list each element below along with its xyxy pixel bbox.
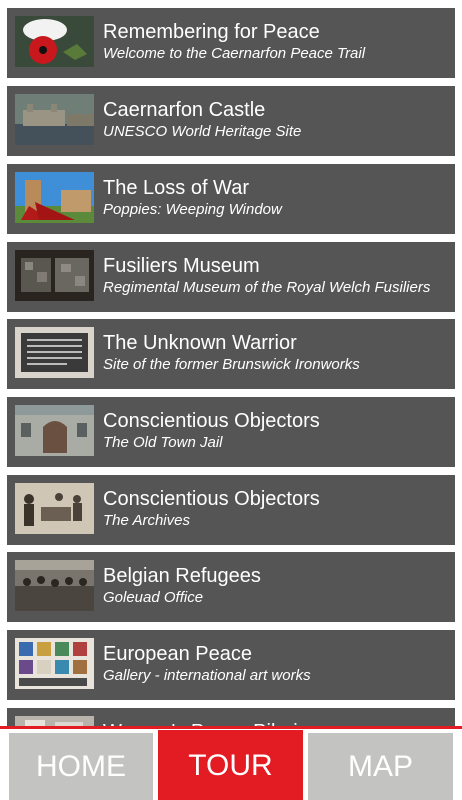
poppies-window-thumbnail xyxy=(15,172,94,223)
museum-thumbnail xyxy=(15,250,94,301)
item-title: Caernarfon Castle xyxy=(103,99,266,121)
jail-thumbnail xyxy=(15,405,94,456)
item-subtitle: The Archives xyxy=(103,512,190,529)
item-subtitle: Regimental Museum of the Royal Welch Fus… xyxy=(103,279,431,296)
item-subtitle: Goleuad Office xyxy=(103,589,204,606)
poppy-thumbnail xyxy=(15,16,94,67)
item-subtitle: The Old Town Jail xyxy=(103,434,223,451)
list-item-the-loss-of-war[interactable]: The Loss of War Poppies: Weeping Window xyxy=(7,164,455,234)
item-subtitle: Welcome to the Caernarfon Peace Trail xyxy=(103,45,366,62)
app-screen: Remembering for Peace Welcome to the Cae… xyxy=(0,0,462,800)
item-subtitle: Poppies: Weeping Window xyxy=(103,201,282,218)
item-title: Conscientious Objectors xyxy=(103,488,320,510)
bottom-tab-bar: HOME TOUR MAP xyxy=(0,726,462,800)
tab-home[interactable]: HOME xyxy=(9,733,153,800)
list-item-caernarfon-castle[interactable]: Caernarfon Castle UNESCO World Heritage … xyxy=(7,86,455,156)
item-title: The Unknown Warrior xyxy=(103,332,297,354)
item-subtitle: UNESCO World Heritage Site xyxy=(103,123,302,140)
list-item-womens-peace-pilgrimage[interactable]: Women's Peace Pilgrimage xyxy=(7,708,455,728)
list-item-european-peace[interactable]: European Peace Gallery - international a… xyxy=(7,630,455,700)
item-title: Conscientious Objectors xyxy=(103,410,320,432)
item-title: Belgian Refugees xyxy=(103,565,261,587)
item-subtitle: Site of the former Brunswick Ironworks xyxy=(103,356,360,373)
list-item-conscientious-objectors-jail[interactable]: Conscientious Objectors The Old Town Jai… xyxy=(7,397,455,467)
item-title: European Peace xyxy=(103,643,253,665)
refugees-thumbnail xyxy=(15,560,94,611)
list-item-the-unknown-warrior[interactable]: The Unknown Warrior Site of the former B… xyxy=(7,319,455,389)
list-item-belgian-refugees[interactable]: Belgian Refugees Goleuad Office xyxy=(7,552,455,622)
list-item-remembering-for-peace[interactable]: Remembering for Peace Welcome to the Cae… xyxy=(7,8,455,78)
item-title: Remembering for Peace xyxy=(103,21,320,43)
tour-list[interactable]: Remembering for Peace Welcome to the Cae… xyxy=(0,0,462,728)
tab-map[interactable]: MAP xyxy=(308,733,453,800)
item-subtitle: Gallery - international art works xyxy=(103,667,311,684)
item-title: The Loss of War xyxy=(103,177,249,199)
gallery-thumbnail xyxy=(15,638,94,689)
list-item-conscientious-objectors-archives[interactable]: Conscientious Objectors The Archives xyxy=(7,475,455,545)
plaque-thumbnail xyxy=(15,327,94,378)
item-title: Fusiliers Museum xyxy=(103,255,260,277)
castle-thumbnail xyxy=(15,94,94,145)
archives-thumbnail xyxy=(15,483,94,534)
list-item-fusiliers-museum[interactable]: Fusiliers Museum Regimental Museum of th… xyxy=(7,242,455,312)
tab-tour[interactable]: TOUR xyxy=(158,730,303,800)
